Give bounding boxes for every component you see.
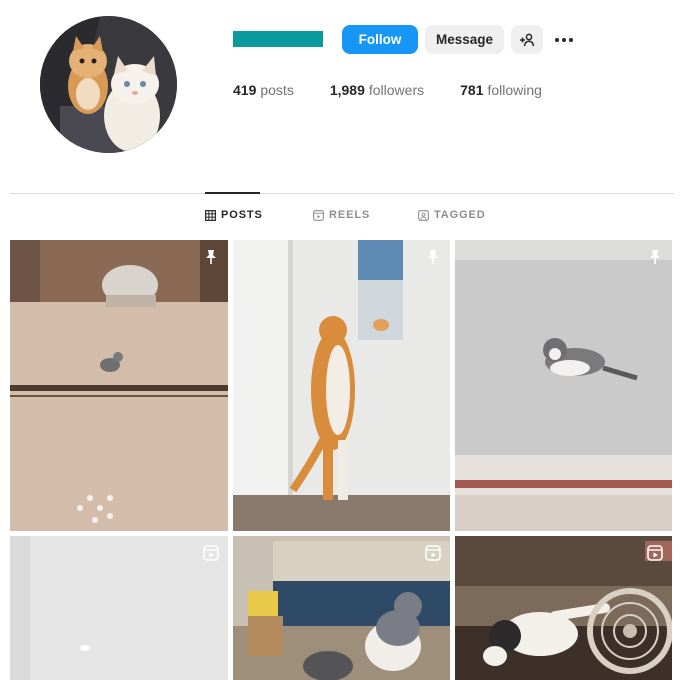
tab-posts[interactable]: POSTS: [205, 209, 263, 221]
following-count[interactable]: 781 following: [460, 82, 542, 98]
reel-badge: [424, 544, 442, 562]
active-tab-indicator: [205, 192, 260, 194]
post-tile[interactable]: [10, 240, 228, 531]
post-tile[interactable]: [233, 536, 450, 680]
pin-icon: [428, 250, 438, 264]
post-tile[interactable]: [455, 536, 672, 680]
followers-count[interactable]: 1,989 followers: [330, 82, 424, 98]
more-dot-icon: [569, 38, 573, 42]
more-dot-icon: [562, 38, 566, 42]
message-button[interactable]: Message: [425, 25, 504, 54]
post-image: [233, 536, 450, 680]
reel-badge: [202, 544, 220, 562]
post-image: [10, 536, 228, 680]
pinned-badge: [202, 248, 220, 266]
username-redacted: [233, 31, 323, 47]
stat-value: 781: [460, 82, 484, 98]
pinned-badge: [424, 248, 442, 266]
reel-badge: [646, 544, 664, 562]
avatar-image: [40, 16, 177, 153]
posts-count[interactable]: 419 posts: [233, 82, 294, 98]
post-image: [10, 240, 228, 531]
post-image: [455, 536, 672, 680]
post-tile[interactable]: [10, 536, 228, 680]
reel-icon: [425, 545, 441, 561]
reel-icon: [203, 545, 219, 561]
reel-icon: [647, 545, 663, 561]
more-options-button[interactable]: [552, 30, 576, 50]
post-tile[interactable]: [233, 240, 450, 531]
pinned-badge: [646, 248, 664, 266]
tab-label: REELS: [329, 209, 371, 221]
tab-tagged[interactable]: TAGGED: [418, 209, 486, 221]
stat-label: posts: [260, 82, 294, 98]
add-person-icon: [520, 33, 535, 46]
pin-icon: [650, 250, 660, 264]
tab-label: POSTS: [221, 209, 263, 221]
stat-label: following: [487, 82, 542, 98]
tab-label: TAGGED: [434, 209, 486, 221]
tab-reels[interactable]: REELS: [313, 209, 370, 221]
stat-label: followers: [368, 82, 425, 98]
more-dot-icon: [555, 38, 559, 42]
suggested-accounts-button[interactable]: [511, 25, 543, 54]
pin-icon: [206, 250, 216, 264]
follow-button[interactable]: Follow: [342, 25, 418, 54]
grid-icon: [205, 209, 216, 221]
post-tile[interactable]: [455, 240, 672, 531]
stat-value: 419: [233, 82, 257, 98]
tabs-divider: [10, 193, 674, 194]
post-image: [233, 240, 450, 531]
tagged-icon: [418, 209, 429, 221]
profile-tabs: POSTS REELS TAGGED: [0, 209, 680, 225]
stat-value: 1,989: [329, 82, 365, 98]
profile-stats: 419 posts 1,989 followers 781 following: [233, 82, 578, 98]
post-image: [455, 240, 672, 531]
reels-icon: [313, 209, 324, 221]
profile-avatar[interactable]: [40, 16, 177, 153]
